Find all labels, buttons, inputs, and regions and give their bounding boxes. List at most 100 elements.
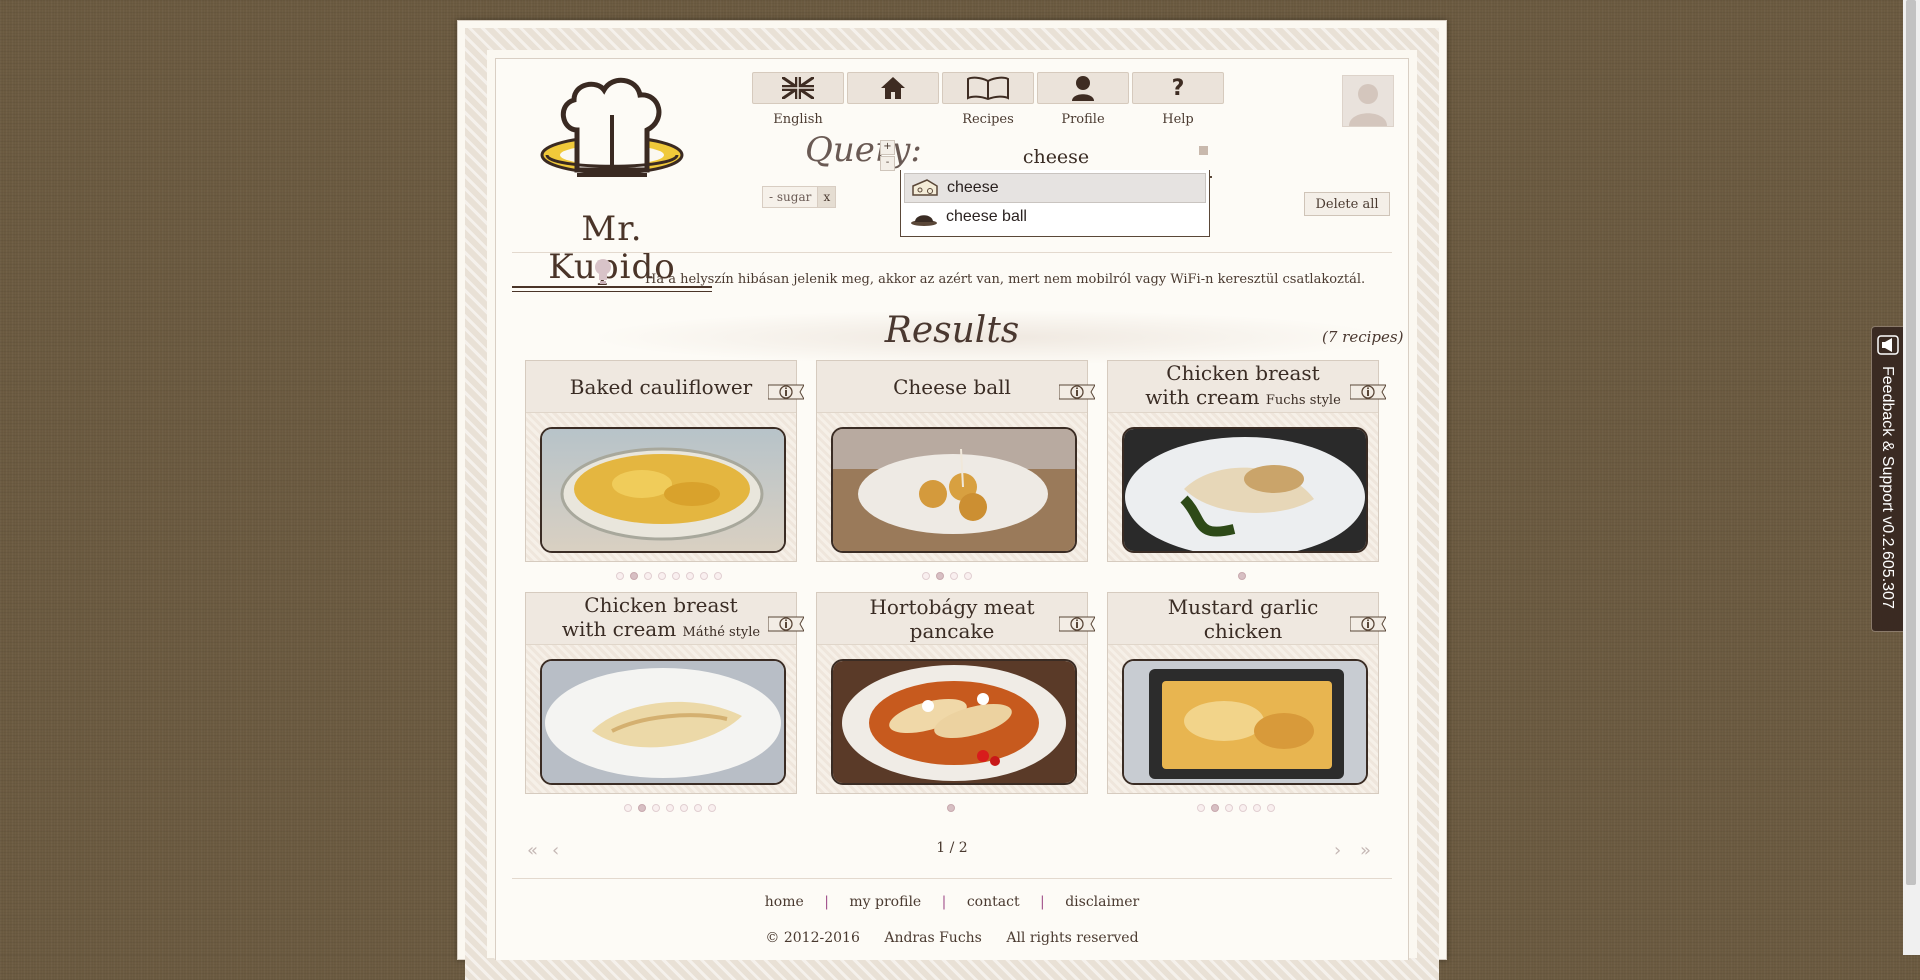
recipe-image[interactable] (1122, 427, 1368, 553)
footer-links: home | my profile | contact | disclaimer (457, 894, 1447, 910)
dot[interactable] (672, 572, 680, 580)
recipe-card[interactable]: Chicken breast with cream Máthé style (525, 592, 804, 794)
dot[interactable] (964, 572, 972, 580)
uk-flag-icon (782, 77, 814, 99)
dot[interactable] (1211, 804, 1219, 812)
avatar-placeholder-icon (1349, 84, 1387, 126)
recipes-button[interactable] (942, 72, 1034, 104)
copyright-rights: All rights reserved (1006, 930, 1139, 946)
pagination: « ‹ 1 / 2 › » (512, 840, 1392, 861)
page-container: Mr. Kupido English Recipes Profile ? Hel… (457, 20, 1447, 980)
recipe-card[interactable]: Hortobágy meat pancake (816, 592, 1095, 794)
dot[interactable] (950, 572, 958, 580)
dot[interactable] (1239, 804, 1247, 812)
scrollbar-thumb[interactable] (1906, 0, 1916, 885)
footer-link-profile[interactable]: my profile (849, 894, 921, 910)
info-icon[interactable] (1350, 613, 1386, 635)
dot[interactable] (1197, 804, 1205, 812)
dot[interactable] (700, 572, 708, 580)
image-dots (1197, 804, 1275, 814)
recipe-title[interactable]: Cheese ball (817, 361, 1087, 413)
footer-link-home[interactable]: home (765, 894, 804, 910)
nav-language[interactable]: English (752, 72, 844, 127)
recipe-image[interactable] (540, 427, 786, 553)
recipe-card[interactable]: Mustard garlic chicken (1107, 592, 1386, 794)
home-icon (881, 77, 905, 99)
site-logo[interactable]: Mr. Kupido (512, 75, 712, 292)
feedback-label[interactable]: Feedback & Support v0.2.605.307 (1873, 366, 1901, 666)
next-page-icon[interactable]: › (1334, 840, 1341, 861)
image-dots (922, 572, 972, 582)
recipe-title[interactable]: Mustard garlic chicken (1108, 593, 1378, 645)
dot[interactable] (714, 572, 722, 580)
profile-icon (1072, 76, 1094, 101)
recipe-card[interactable]: Chicken breast with cream Fuchs style (1107, 360, 1386, 562)
nav-home[interactable] (847, 72, 939, 112)
chip-remove-button[interactable]: x (817, 187, 836, 207)
footer-link-disclaimer[interactable]: disclaimer (1065, 894, 1139, 910)
recipe-title[interactable]: Hortobágy meat pancake (817, 593, 1087, 645)
footer-link-contact[interactable]: contact (967, 894, 1020, 910)
nav-profile[interactable]: Profile (1037, 72, 1129, 127)
dot[interactable] (644, 572, 652, 580)
recipe-image[interactable] (540, 659, 786, 785)
profile-button[interactable] (1037, 72, 1129, 104)
info-icon[interactable] (1350, 381, 1386, 403)
autocomplete-item[interactable]: cheese ball (904, 203, 1206, 231)
query-plus-button[interactable]: + (880, 140, 895, 155)
delete-all-button[interactable]: Delete all (1304, 192, 1390, 216)
dot[interactable] (616, 572, 624, 580)
results-title: Results (884, 310, 1020, 351)
info-icon[interactable] (768, 381, 804, 403)
dot[interactable] (1225, 804, 1233, 812)
results-count: (7 recipes) (1322, 328, 1404, 346)
dot[interactable] (936, 572, 944, 580)
dot[interactable] (694, 804, 702, 812)
dot[interactable] (922, 572, 930, 580)
query-clear-button[interactable] (1199, 146, 1208, 155)
nav-recipes[interactable]: Recipes (942, 72, 1034, 127)
autocomplete-label: cheese (947, 179, 999, 196)
recipe-image[interactable] (1122, 659, 1368, 785)
dot[interactable] (638, 804, 646, 812)
language-button[interactable] (752, 72, 844, 104)
recipe-title[interactable]: Baked cauliflower (526, 361, 796, 413)
user-avatar[interactable] (1342, 75, 1394, 127)
recipe-card[interactable]: Cheese ball (816, 360, 1095, 562)
info-icon[interactable] (768, 613, 804, 635)
cheese-icon (912, 179, 938, 196)
dot[interactable] (947, 804, 955, 812)
dot[interactable] (686, 572, 694, 580)
help-button[interactable]: ? (1132, 72, 1224, 104)
chef-hat-logo-icon (540, 78, 684, 177)
dot[interactable] (666, 804, 674, 812)
autocomplete-dropdown: cheese cheese ball (900, 170, 1210, 237)
dot[interactable] (630, 572, 638, 580)
dot[interactable] (680, 804, 688, 812)
cheese-ball-icon (911, 215, 937, 226)
info-icon[interactable] (1059, 613, 1095, 635)
dot[interactable] (708, 804, 716, 812)
recipe-image[interactable] (831, 659, 1077, 785)
dot[interactable] (1267, 804, 1275, 812)
recipe-title[interactable]: Chicken breast with cream Fuchs style (1108, 361, 1378, 413)
query-minus-button[interactable]: - (880, 156, 895, 171)
dot[interactable] (658, 572, 666, 580)
dot[interactable] (1238, 572, 1246, 580)
dot[interactable] (1253, 804, 1261, 812)
dot[interactable] (652, 804, 660, 812)
recipe-title[interactable]: Chicken breast with cream Máthé style (526, 593, 796, 645)
home-button[interactable] (847, 72, 939, 104)
megaphone-icon (1877, 335, 1899, 355)
footer-separator: | (941, 894, 947, 910)
last-page-icon[interactable]: » (1360, 840, 1371, 861)
nav-help[interactable]: ? Help (1132, 72, 1224, 127)
info-icon[interactable] (1059, 381, 1095, 403)
image-dots (616, 572, 722, 582)
autocomplete-label: cheese ball (946, 208, 1027, 225)
recipe-card[interactable]: Baked cauliflower (525, 360, 804, 562)
recipe-image[interactable] (831, 427, 1077, 553)
autocomplete-item[interactable]: cheese (904, 173, 1206, 203)
divider (512, 878, 1392, 879)
dot[interactable] (624, 804, 632, 812)
